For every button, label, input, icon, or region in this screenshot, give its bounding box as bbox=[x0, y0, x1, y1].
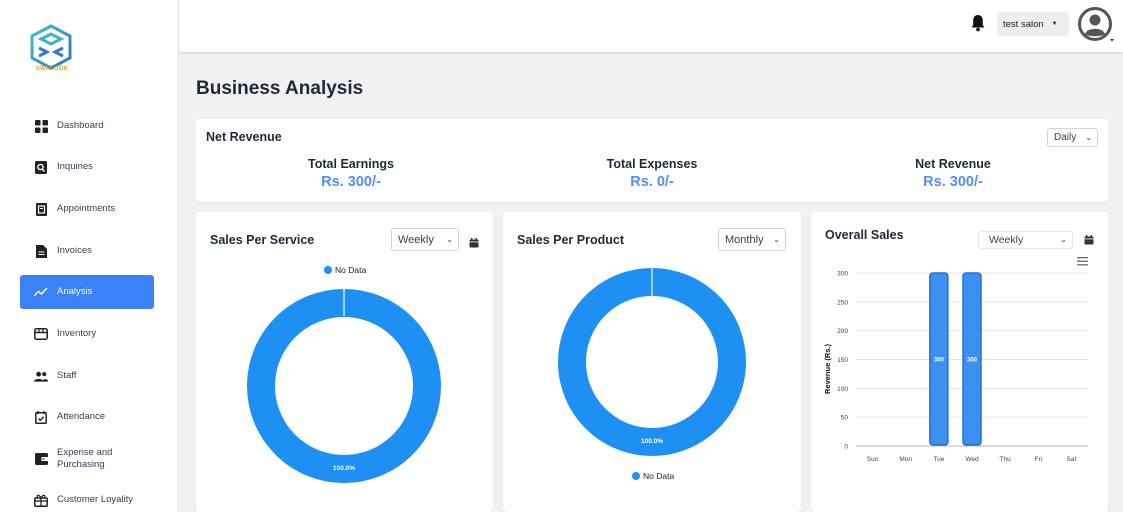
total-earnings-stat: Total Earnings Rs. 300/- bbox=[251, 157, 451, 190]
avatar-icon[interactable] bbox=[1078, 7, 1114, 43]
sidebar-item-inventory[interactable]: Inventory bbox=[20, 317, 154, 351]
sidebar-item-inquiries[interactable]: Inquiries bbox=[20, 150, 154, 184]
sidebar-item-invoices[interactable]: Invoices bbox=[20, 234, 154, 268]
total-expenses-stat: Total Expenses Rs. 0/- bbox=[552, 157, 752, 190]
user-dropdown[interactable]: test salon ▼ bbox=[997, 12, 1069, 36]
sidebar: SWALOOK Dashboard Inquiries Appointments… bbox=[0, 0, 179, 512]
caret-down-icon: ▼ bbox=[1051, 21, 1058, 27]
sidebar-item-analysis[interactable]: Analysis bbox=[20, 275, 154, 309]
x-tick-label: Tue bbox=[933, 456, 944, 463]
stat-label: Total Earnings bbox=[308, 157, 394, 171]
invoices-icon bbox=[34, 244, 48, 258]
x-tick-label: Fri bbox=[1034, 456, 1042, 463]
bar-data-label: 300 bbox=[967, 358, 978, 364]
sidebar-item-appointments[interactable]: Appointments bbox=[20, 192, 154, 226]
wallet-icon bbox=[34, 452, 48, 466]
staff-icon bbox=[34, 369, 48, 383]
y-axis-title: Revenue (Rs.) bbox=[823, 343, 832, 394]
sales-per-service-card: Sales Per Service Weekly ⌄ No Data 100.0… bbox=[196, 212, 493, 512]
donut-slice bbox=[558, 268, 746, 456]
product-donut-chart: 100.0% bbox=[558, 268, 746, 456]
y-tick-label: 250 bbox=[837, 299, 848, 306]
legend-marker bbox=[632, 472, 640, 480]
y-tick-label: 0 bbox=[844, 444, 848, 451]
x-tick-label: Sun bbox=[867, 456, 879, 463]
slice-data-label: 100.0% bbox=[641, 438, 663, 445]
net-revenue-stat: Net Revenue Rs. 300/- bbox=[853, 157, 1053, 190]
stat-value: Rs. 0/- bbox=[630, 174, 674, 190]
gift-icon bbox=[34, 493, 48, 507]
period-select-value: Daily bbox=[1054, 132, 1077, 143]
sidebar-item-staff[interactable]: Staff bbox=[20, 359, 154, 393]
x-tick-label: Thu bbox=[1000, 456, 1012, 463]
x-tick-label: Wed bbox=[965, 456, 979, 463]
sales-per-product-card: Sales Per Product Monthly ⌄ 100.0% No Da… bbox=[503, 212, 801, 512]
chevron-down-icon: ⌄ bbox=[1085, 132, 1092, 142]
slice-data-label: 100.0% bbox=[333, 465, 355, 472]
appointments-icon bbox=[34, 202, 48, 216]
sidebar-item-label: Invoices bbox=[57, 245, 92, 256]
net-revenue-card: Net Revenue Daily ⌄ Total Earnings Rs. 3… bbox=[196, 119, 1108, 202]
sidebar-item-expense[interactable]: Expense and Purchasing bbox=[20, 442, 154, 476]
y-tick-label: 150 bbox=[837, 357, 848, 364]
net-revenue-title: Net Revenue bbox=[206, 130, 282, 144]
sidebar-item-label: Expense and Purchasing bbox=[57, 447, 113, 470]
x-tick-label: Mon bbox=[899, 456, 912, 463]
chart-legend: No Data bbox=[632, 471, 674, 481]
sidebar-item-label: Inventory bbox=[57, 328, 97, 339]
donut-slice bbox=[247, 289, 441, 483]
sidebar-item-label: Dashboard bbox=[57, 120, 104, 131]
legend-label: No Data bbox=[643, 471, 675, 481]
analysis-icon bbox=[34, 285, 48, 299]
sidebar-item-dashboard[interactable]: Dashboard bbox=[20, 109, 154, 143]
bar-data-label: 300 bbox=[934, 358, 945, 364]
sidebar-item-label: Customer Loyality bbox=[57, 494, 134, 505]
user-dropdown-label: test salon bbox=[1003, 18, 1044, 30]
y-tick-label: 100 bbox=[837, 386, 848, 393]
net-revenue-period-select[interactable]: Daily ⌄ bbox=[1047, 128, 1098, 147]
sidebar-item-label: Appointments bbox=[57, 203, 116, 214]
stat-value: Rs. 300/- bbox=[321, 174, 381, 190]
y-tick-label: 200 bbox=[837, 328, 848, 335]
bell-icon[interactable] bbox=[970, 14, 986, 32]
sidebar-item-customer-loyalty[interactable]: Customer Loyality bbox=[20, 483, 154, 512]
stat-label: Total Expenses bbox=[606, 157, 698, 171]
sidebar-item-label: Inquiries bbox=[57, 161, 93, 172]
x-tick-label: Sat bbox=[1067, 456, 1077, 463]
sidebar-item-label: Analysis bbox=[57, 286, 93, 297]
top-bar: test salon ▼ bbox=[179, 0, 1123, 52]
overall-sales-card: Overall Sales Weekly ⌄ Revenue (Rs.) 0 50… bbox=[811, 212, 1108, 512]
y-tick-label: 300 bbox=[837, 271, 848, 278]
page-title: Business Analysis bbox=[196, 78, 364, 99]
dashboard-icon bbox=[34, 119, 48, 133]
overall-sales-bar-chart: Revenue (Rs.) 0 50 100 150 200 250 300 Sun Mon Tu… bbox=[823, 271, 1088, 463]
sidebar-item-label: Attendance bbox=[57, 411, 106, 422]
sidebar-item-label: Staff bbox=[57, 370, 77, 381]
stat-value: Rs. 300/- bbox=[923, 174, 983, 190]
y-tick-label: 50 bbox=[841, 415, 849, 422]
inventory-icon bbox=[34, 327, 48, 341]
stat-label: Net Revenue bbox=[915, 157, 991, 171]
attendance-icon bbox=[34, 410, 48, 424]
service-donut-chart: 100.0% bbox=[247, 288, 441, 483]
brand-name: SWALOOK bbox=[35, 66, 69, 72]
sidebar-item-attendance[interactable]: Attendance bbox=[20, 400, 154, 434]
inquiries-icon bbox=[34, 160, 48, 174]
